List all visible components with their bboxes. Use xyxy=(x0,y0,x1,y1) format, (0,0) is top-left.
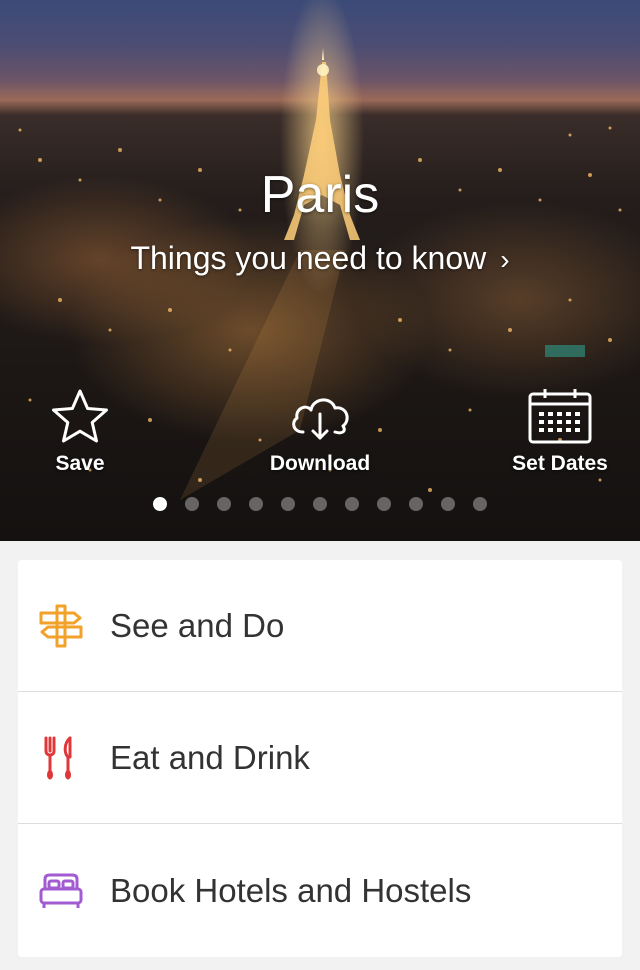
carousel-dot[interactable] xyxy=(345,497,359,511)
fork-knife-icon xyxy=(44,736,72,780)
bed-icon xyxy=(39,873,83,908)
chevron-right-icon: › xyxy=(500,244,510,275)
calendar-icon xyxy=(528,389,592,444)
city-title: Paris xyxy=(260,166,380,224)
menu-label-book-hotels: Book Hotels and Hostels xyxy=(110,871,472,909)
carousel-dot[interactable] xyxy=(377,497,391,511)
set-dates-label: Set Dates xyxy=(512,452,608,475)
save-button[interactable]: Save xyxy=(5,388,155,476)
carousel-dot[interactable] xyxy=(409,497,423,511)
carousel-dot[interactable] xyxy=(313,497,327,511)
carousel-dot[interactable] xyxy=(185,497,199,511)
things-to-know-link[interactable]: Things you need to know › xyxy=(0,240,640,277)
download-label: Download xyxy=(269,452,371,475)
menu-label-eat-and-drink: Eat and Drink xyxy=(110,738,310,776)
set-dates-button[interactable]: Set Dates xyxy=(485,388,635,476)
carousel-dot[interactable] xyxy=(217,497,231,511)
carousel-dot[interactable] xyxy=(281,497,295,511)
download-button[interactable]: Download xyxy=(245,388,395,476)
menu-item-book-hotels[interactable]: Book Hotels and Hostels xyxy=(18,824,622,957)
carousel-dot[interactable] xyxy=(249,497,263,511)
guide-menu: See and Do Eat and Drink Book Hotels and… xyxy=(18,560,622,957)
star-icon xyxy=(52,389,108,443)
menu-item-see-and-do[interactable]: See and Do xyxy=(18,560,622,692)
carousel-dot[interactable] xyxy=(473,497,487,511)
menu-item-eat-and-drink[interactable]: Eat and Drink xyxy=(18,692,622,824)
things-to-know-label: Things you need to know xyxy=(130,240,487,276)
hero-banner: Paris Things you need to know › Save Down… xyxy=(0,0,640,541)
cloud-download-icon xyxy=(292,398,349,440)
carousel-dot[interactable] xyxy=(153,497,167,511)
menu-label-see-and-do: See and Do xyxy=(110,606,285,644)
signpost-icon xyxy=(39,604,83,648)
save-label: Save xyxy=(55,452,105,475)
carousel-dot[interactable] xyxy=(441,497,455,511)
